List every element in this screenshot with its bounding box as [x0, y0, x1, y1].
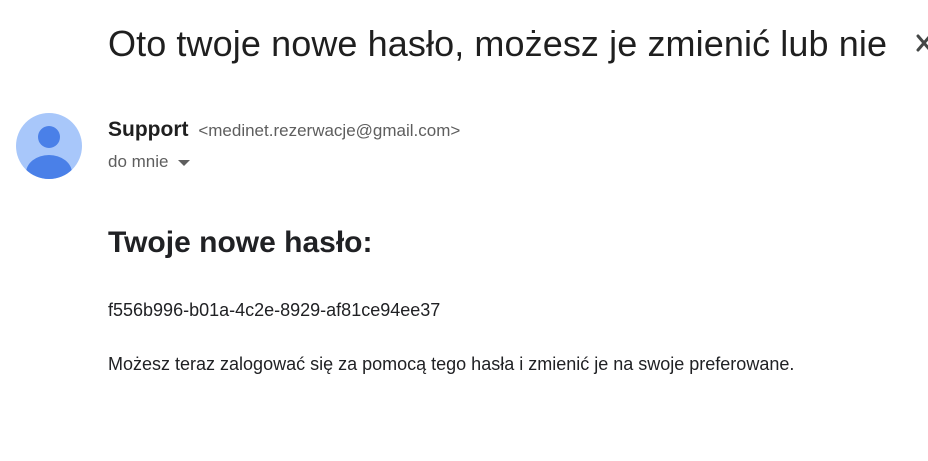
sender: Support <medinet.rezerwacje@gmail.com> [108, 116, 460, 145]
body-heading: Twoje nowe hasło: [108, 226, 373, 259]
body-message: Możesz teraz zalogować się za pomocą teg… [108, 354, 795, 374]
avatar[interactable] [16, 113, 82, 179]
person-icon [16, 113, 82, 179]
sender-name: Support [108, 118, 189, 141]
recipient-label: do mnie [108, 152, 169, 171]
new-password: f556b996-b01a-4c2e-8929-af81ce94ee37 [108, 300, 441, 320]
chevron-down-icon[interactable] [178, 160, 191, 166]
email-view: Oto twoje nowe hasło, możesz je zmienić … [0, 0, 928, 461]
email-subject: Oto twoje nowe hasło, możesz je zmienić … [108, 23, 888, 64]
sender-email: <medinet.rezerwacje@gmail.com> [198, 121, 461, 140]
recipient-details-toggle[interactable]: do mnie [108, 149, 191, 175]
close-icon[interactable] [912, 28, 928, 58]
